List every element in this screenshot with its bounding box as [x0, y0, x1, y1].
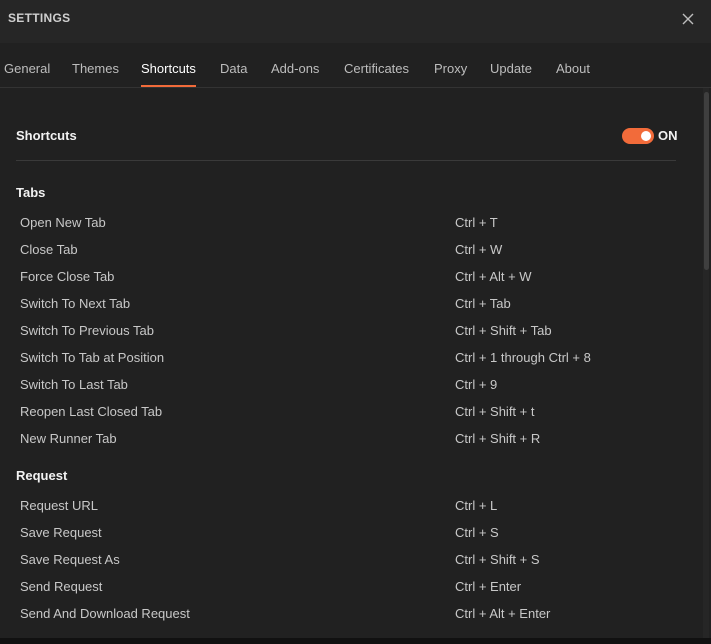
- tab-about[interactable]: About: [556, 43, 590, 87]
- shortcut-name: Save Request: [20, 525, 102, 540]
- shortcut-row: Switch To Next Tab Ctrl + Tab: [0, 296, 700, 323]
- divider: [16, 160, 676, 161]
- shortcut-row: Reopen Last Closed Tab Ctrl + Shift + t: [0, 404, 700, 431]
- shortcuts-heading: Shortcuts: [16, 128, 77, 143]
- shortcut-row: Force Close Tab Ctrl + Alt + W: [0, 269, 700, 296]
- shortcut-name: Send Request: [20, 579, 103, 594]
- shortcut-row: Open New Tab Ctrl + T: [0, 215, 700, 242]
- scrollbar[interactable]: [703, 88, 709, 644]
- shortcut-name: Switch To Next Tab: [20, 296, 131, 311]
- tab-general[interactable]: General: [4, 43, 50, 87]
- tab-themes[interactable]: Themes: [72, 43, 119, 87]
- close-button[interactable]: [677, 8, 699, 30]
- shortcut-row: Save Request Ctrl + S: [0, 525, 700, 552]
- shortcut-name: Open New Tab: [20, 215, 106, 230]
- shortcut-row: Send And Download Request Ctrl + Alt + E…: [0, 606, 700, 633]
- tab-data[interactable]: Data: [220, 43, 247, 87]
- shortcut-name: Switch To Last Tab: [20, 377, 128, 392]
- shortcut-keys: Ctrl + Shift + R: [455, 431, 541, 446]
- shortcut-row: Switch To Previous Tab Ctrl + Shift + Ta…: [0, 323, 700, 350]
- shortcut-row: New Runner Tab Ctrl + Shift + R: [0, 431, 700, 458]
- section-title-request: Request: [16, 468, 68, 483]
- shortcut-keys: Ctrl + Shift + t: [455, 404, 535, 419]
- shortcut-name: Switch To Tab at Position: [20, 350, 165, 365]
- tab-proxy[interactable]: Proxy: [434, 43, 467, 87]
- shortcut-keys: Ctrl + T: [455, 215, 498, 230]
- shortcut-row: Request URL Ctrl + L: [0, 498, 700, 525]
- section-title-tabs: Tabs: [16, 185, 46, 200]
- settings-header: SETTINGS: [0, 0, 711, 43]
- window-title: SETTINGS: [8, 11, 71, 25]
- shortcut-keys: Ctrl + Shift + Tab: [455, 323, 552, 338]
- shortcut-keys: Ctrl + Tab: [455, 296, 511, 311]
- shortcut-name: Reopen Last Closed Tab: [20, 404, 163, 419]
- close-icon: [682, 13, 694, 25]
- shortcut-keys: Ctrl + Enter: [455, 579, 522, 594]
- shortcut-keys: Ctrl + 1 through Ctrl + 8: [455, 350, 591, 365]
- shortcut-keys: Ctrl + Shift + S: [455, 552, 540, 567]
- shortcut-name: Send And Download Request: [20, 606, 190, 621]
- shortcut-row: Switch To Tab at Position Ctrl + 1 throu…: [0, 350, 700, 377]
- shortcut-row: Switch To Last Tab Ctrl + 9: [0, 377, 700, 404]
- shortcut-name: Close Tab: [20, 242, 78, 257]
- shortcut-name: Force Close Tab: [20, 269, 115, 284]
- shortcut-keys: Ctrl + W: [455, 242, 503, 257]
- shortcut-row: Close Tab Ctrl + W: [0, 242, 700, 269]
- bottom-edge: [0, 638, 711, 644]
- scrollbar-thumb[interactable]: [704, 92, 709, 270]
- shortcut-keys: Ctrl + Alt + W: [455, 269, 532, 284]
- shortcut-keys: Ctrl + 9: [455, 377, 498, 392]
- shortcuts-panel: Shortcuts ON Tabs Open New Tab Ctrl + T …: [0, 88, 704, 644]
- shortcut-name: New Runner Tab: [20, 431, 117, 446]
- shortcut-name: Save Request As: [20, 552, 120, 567]
- tab-add-ons[interactable]: Add-ons: [271, 43, 319, 87]
- shortcut-keys: Ctrl + L: [455, 498, 498, 513]
- shortcut-name: Request URL: [20, 498, 99, 513]
- shortcut-keys: Ctrl + S: [455, 525, 499, 540]
- shortcut-row: Save Request As Ctrl + Shift + S: [0, 552, 700, 579]
- shortcut-keys: Ctrl + Alt + Enter: [455, 606, 551, 621]
- tab-shortcuts[interactable]: Shortcuts: [141, 43, 196, 87]
- toggle-knob: [641, 131, 651, 141]
- settings-tabs: General Themes Shortcuts Data Add-ons Ce…: [0, 43, 711, 88]
- shortcuts-toggle[interactable]: [622, 128, 654, 144]
- tab-certificates[interactable]: Certificates: [344, 43, 409, 87]
- shortcut-row: Send Request Ctrl + Enter: [0, 579, 700, 606]
- tab-update[interactable]: Update: [490, 43, 532, 87]
- toggle-label: ON: [658, 128, 678, 143]
- shortcut-name: Switch To Previous Tab: [20, 323, 154, 338]
